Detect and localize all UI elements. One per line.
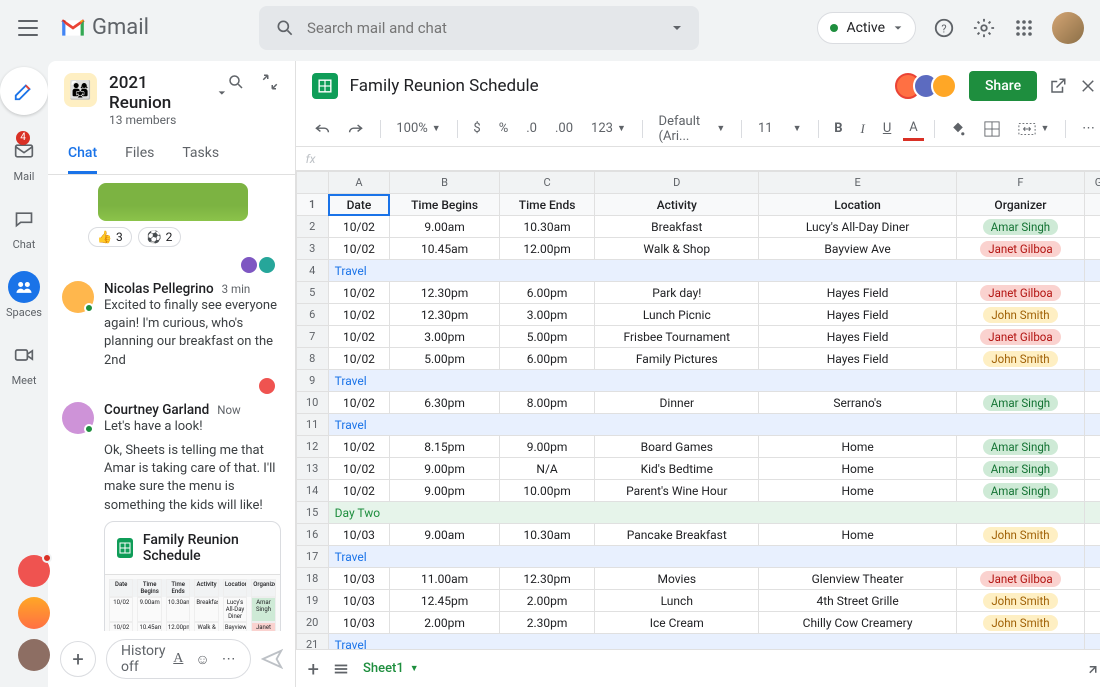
message-input[interactable]: History off A ☺ ⋯ [106, 639, 251, 679]
underline-icon[interactable]: U [877, 117, 897, 140]
formula-bar[interactable]: fx [296, 147, 1100, 171]
search-icon [275, 18, 295, 38]
svg-text:?: ? [941, 22, 946, 35]
sheet-tab[interactable]: Sheet1▼ [363, 661, 419, 676]
sheets-icon [117, 538, 133, 558]
reaction-soccer[interactable]: ⚽2 [138, 227, 182, 247]
borders-icon[interactable] [978, 117, 1006, 141]
message-time: 3 min [222, 282, 251, 296]
tab-chat[interactable]: Chat [68, 135, 97, 174]
pinned-chat-avatar[interactable] [18, 597, 50, 629]
zoom-selector[interactable]: 100% ▼ [390, 117, 446, 140]
read-receipt-avatar [259, 257, 275, 273]
sheet-card-title: Family Reunion Schedule [143, 532, 268, 564]
reaction-thumbs[interactable]: 👍3 [88, 227, 132, 247]
more-toolbar-icon[interactable]: ⋯ [1076, 117, 1100, 140]
spaces-icon [14, 278, 34, 296]
message-author: Courtney Garland [104, 402, 209, 418]
main-menu-icon[interactable] [16, 16, 40, 40]
tab-files[interactable]: Files [125, 135, 154, 174]
message-text: Ok, Sheets is telling me that Amar is ta… [104, 442, 281, 515]
search-input[interactable] [307, 19, 671, 37]
redo-icon[interactable] [342, 118, 370, 140]
nav-mail[interactable]: 4 Mail [8, 135, 40, 183]
currency-format[interactable]: $ [467, 117, 486, 140]
search-bar[interactable] [259, 6, 699, 50]
fontsize-selector[interactable]: 11▼ [752, 117, 808, 140]
share-button[interactable]: Share [969, 71, 1037, 101]
search-dropdown-icon[interactable] [671, 22, 683, 34]
format-icon[interactable]: A [173, 651, 183, 668]
close-icon[interactable] [1079, 77, 1097, 95]
message-author: Nicolas Pellegrino [104, 281, 214, 297]
all-sheets-icon[interactable] [333, 662, 349, 676]
increase-decimal[interactable]: .00 [549, 117, 579, 140]
italic-icon[interactable]: I [855, 117, 871, 141]
more-icon[interactable]: ⋯ [222, 651, 236, 668]
decrease-decimal[interactable]: .0 [520, 117, 543, 140]
pencil-icon [13, 80, 35, 102]
image-attachment[interactable] [98, 183, 248, 221]
message-text: Excited to finally see everyone again! I… [104, 297, 281, 370]
mail-icon [14, 143, 34, 159]
sheet-attachment-card[interactable]: Family Reunion Schedule DateTime BeginsT… [104, 521, 281, 631]
chat-icon [14, 210, 34, 228]
document-title[interactable]: Family Reunion Schedule [350, 76, 539, 96]
bold-icon[interactable]: B [828, 117, 848, 140]
send-button[interactable] [261, 648, 283, 670]
collapse-icon[interactable] [261, 73, 279, 91]
space-members[interactable]: 13 members [109, 113, 227, 127]
spreadsheet-grid[interactable]: ABCDEFG1DateTime BeginsTime EndsActivity… [296, 171, 1100, 649]
chevron-down-icon [893, 23, 903, 33]
nav-meet[interactable]: Meet [8, 339, 40, 387]
panel-search-icon[interactable] [227, 73, 245, 91]
app-name: Gmail [92, 15, 149, 40]
read-receipt-avatar [259, 378, 275, 394]
message-time: Now [217, 403, 240, 417]
undo-icon[interactable] [308, 118, 336, 140]
chevron-down-icon [217, 88, 227, 98]
fill-color-icon[interactable] [944, 117, 972, 141]
add-attachment-button[interactable]: + [60, 641, 96, 677]
nav-chat[interactable]: Chat [8, 203, 40, 251]
space-avatar: 👨‍👩‍👧 [64, 73, 97, 107]
status-label: Active [846, 20, 885, 36]
gmail-icon [60, 18, 86, 38]
help-icon[interactable]: ? [932, 16, 956, 40]
percent-format[interactable]: % [493, 117, 515, 140]
collaborator-avatars[interactable] [903, 73, 957, 99]
sheet-preview: DateTime BeginsTime EndsActivityLocation… [105, 574, 280, 631]
pinned-chat-avatar[interactable] [18, 555, 50, 587]
emoji-icon[interactable]: ☺ [195, 651, 209, 668]
pinned-chat-avatar[interactable] [18, 639, 50, 671]
settings-icon[interactable] [972, 16, 996, 40]
mail-badge: 4 [16, 131, 30, 145]
add-sheet-button[interactable]: + [308, 657, 319, 681]
profile-avatar[interactable] [1052, 12, 1084, 44]
nav-spaces[interactable]: Spaces [6, 271, 42, 319]
user-avatar[interactable] [62, 402, 94, 434]
user-avatar[interactable] [62, 281, 94, 313]
font-selector[interactable]: Default (Ari... ▼ [653, 110, 732, 148]
space-title[interactable]: 2021 Reunion [109, 73, 227, 113]
message-text: Let's have a look! [104, 418, 281, 436]
status-chip[interactable]: Active [817, 12, 916, 44]
number-format[interactable]: 123▼ [585, 117, 632, 140]
explore-icon[interactable] [1083, 660, 1100, 678]
text-color-icon[interactable]: A [903, 117, 923, 141]
meet-icon [14, 347, 34, 363]
apps-grid-icon[interactable] [1012, 16, 1036, 40]
open-external-icon[interactable] [1049, 77, 1067, 95]
status-dot-icon [830, 24, 838, 32]
compose-button[interactable] [0, 67, 48, 115]
sheets-doc-icon [312, 73, 338, 99]
read-receipt-avatar [241, 257, 257, 273]
tab-tasks[interactable]: Tasks [182, 135, 219, 174]
gmail-logo[interactable]: Gmail [60, 15, 149, 40]
merge-cells-icon[interactable]: ▼ [1012, 118, 1055, 140]
